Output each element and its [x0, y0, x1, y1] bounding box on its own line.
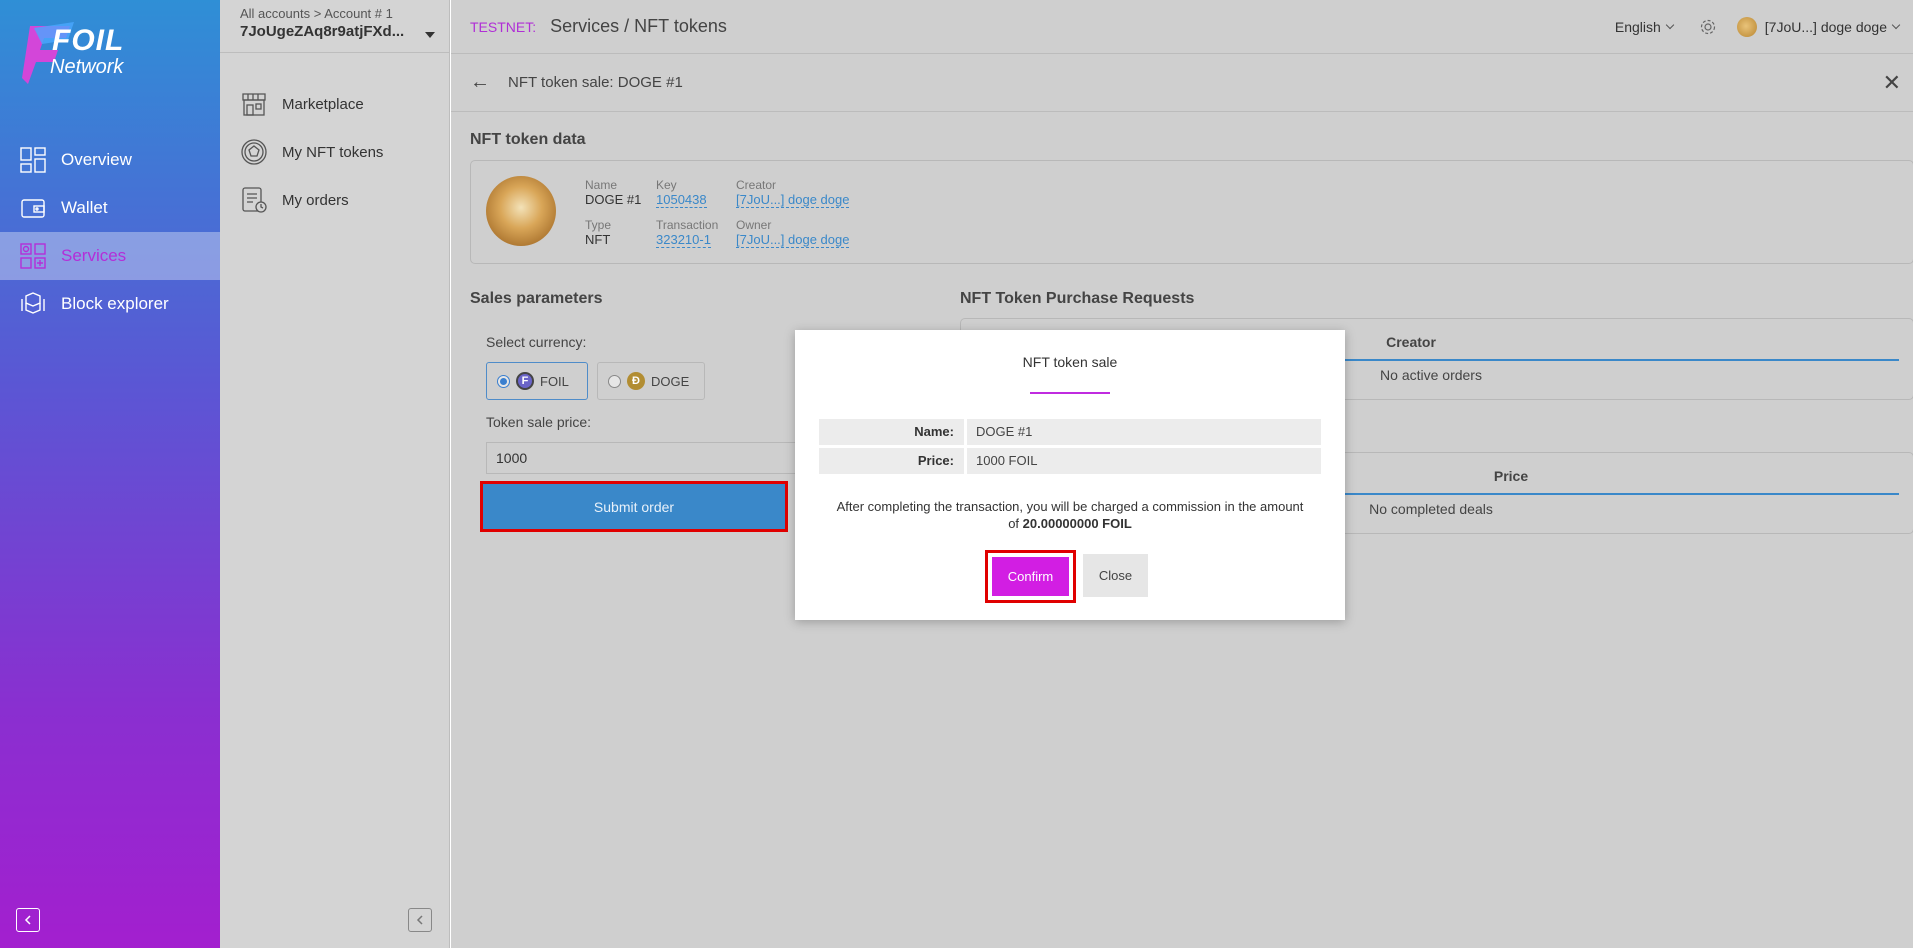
confirm-button[interactable]: Confirm: [992, 557, 1069, 596]
dialog-price-value: 1000 FOIL: [967, 448, 1321, 474]
dialog-price-label: Price:: [819, 448, 964, 474]
dialog-row-price: Price: 1000 FOIL: [819, 448, 1321, 474]
dialog-name-label: Name:: [819, 419, 964, 445]
title-underline: [1030, 392, 1110, 394]
confirm-highlight: Confirm: [985, 550, 1076, 603]
dialog-name-value: DOGE #1: [967, 419, 1321, 445]
commission-amount: 20.00000000 FOIL: [1022, 516, 1132, 531]
commission-note: After completing the transaction, you wi…: [835, 498, 1305, 532]
close-button[interactable]: Close: [1083, 554, 1148, 597]
dialog-title: NFT token sale: [1022, 354, 1118, 370]
dialog-row-name: Name: DOGE #1: [819, 419, 1321, 445]
nft-sale-dialog: NFT token sale Name: DOGE #1 Price: 1000…: [795, 330, 1345, 620]
